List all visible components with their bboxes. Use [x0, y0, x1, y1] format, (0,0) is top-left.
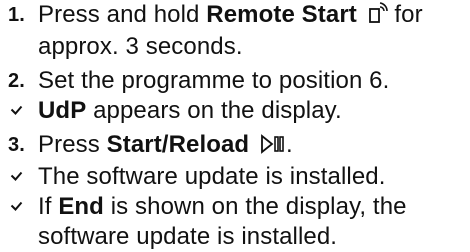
step-3: 3. Press Start/Reload .	[8, 130, 468, 162]
step-text: Set the programme to position 6.	[38, 67, 390, 94]
end-label: End	[58, 193, 104, 220]
step-text: Press and hold Remote Start for approx. …	[38, 1, 423, 60]
start-reload-label: Start/Reload	[106, 131, 250, 158]
result-text: If End is shown on the display, the soft…	[38, 193, 407, 250]
result-udp: UdP appears on the display.	[8, 96, 468, 126]
step-2: 2. Set the programme to position 6.	[8, 66, 468, 96]
remote-start-label: Remote Start	[206, 1, 357, 28]
start-pause-icon	[260, 132, 286, 162]
result-end: If End is shown on the display, the soft…	[8, 192, 468, 252]
step-text: Press Start/Reload .	[38, 130, 468, 162]
udp-label: UdP	[38, 97, 87, 124]
instruction-list: 1. Press and hold Remote Start for appro…	[8, 0, 468, 252]
result-text: UdP appears on the display.	[38, 97, 342, 124]
step-number: 2.	[8, 70, 25, 92]
result-text: The software update is installed.	[38, 163, 386, 190]
step-1: 1. Press and hold Remote Start for appro…	[8, 0, 468, 62]
step-number: 1.	[8, 4, 25, 26]
step-number: 3.	[8, 134, 25, 156]
result-installed: The software update is installed.	[8, 162, 468, 192]
remote-start-icon	[368, 2, 388, 32]
